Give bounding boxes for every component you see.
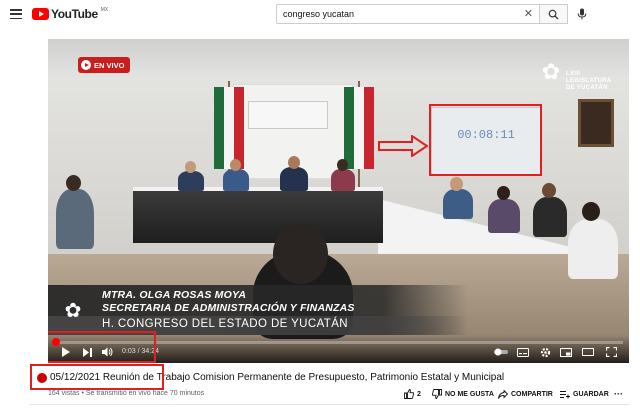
thumbs-up-icon <box>404 389 414 399</box>
playlist-add-icon <box>560 390 570 398</box>
save-button[interactable]: GUARDAR <box>560 387 609 401</box>
microphone-icon <box>577 8 587 20</box>
more-icon: ··· <box>614 389 623 399</box>
fullscreen-icon <box>605 347 617 357</box>
institution-name: H. CONGRESO DEL ESTADO DE YUCATÁN <box>102 318 349 330</box>
miniplayer-button[interactable] <box>559 345 573 359</box>
miniplayer-toggle[interactable] <box>494 345 508 359</box>
congress-seal-board <box>248 101 328 129</box>
dislike-label: NO ME GUSTA <box>445 390 494 398</box>
miniplayer-icon <box>560 347 572 357</box>
annotation-arrow <box>378 135 428 157</box>
share-button[interactable]: COMPARTIR <box>498 387 553 401</box>
logo-text: YouTube <box>51 7 98 21</box>
more-actions-button[interactable]: ··· <box>614 387 623 401</box>
masthead: YouTube MX ✕ <box>0 0 640 28</box>
dislike-button[interactable]: NO ME GUSTA <box>432 387 494 401</box>
live-badge-text: EN VIVO <box>94 60 125 70</box>
live-badge: EN VIVO <box>78 57 130 73</box>
speaker-role: SECRETARIA DE ADMINISTRACIÓN Y FINANZAS <box>102 302 355 314</box>
presidium-desk <box>133 187 383 243</box>
annotation-box-date <box>30 364 164 390</box>
like-count: 2 <box>417 390 421 398</box>
autoplay-toggle-icon <box>494 348 508 356</box>
legislature-logo: ✿ LXIII LEGISLATURA DE YUCATÁN <box>541 59 612 91</box>
divider <box>30 404 630 405</box>
search-button[interactable] <box>540 4 568 24</box>
logo-country-code: MX <box>100 7 109 13</box>
annotation-box-timer <box>429 104 542 176</box>
congress-logo-icon: ✿ <box>64 300 82 322</box>
youtube-logo[interactable]: YouTube MX <box>32 7 108 21</box>
play-circle-icon <box>81 60 91 70</box>
mexican-flag-right <box>344 87 374 169</box>
thumbs-down-icon <box>432 389 442 399</box>
wall-portrait <box>578 99 614 147</box>
hamburger-menu-icon[interactable] <box>10 9 22 19</box>
voice-search-button[interactable] <box>575 7 589 21</box>
search-input[interactable] <box>283 9 524 19</box>
share-icon <box>498 389 508 399</box>
youtube-play-icon <box>32 8 49 20</box>
clear-search-icon[interactable]: ✕ <box>524 8 533 20</box>
video-player[interactable]: 00:08:11 EN VIVO ✿ LXIII LEGISLATURA DE … <box>48 39 629 363</box>
like-button[interactable]: 2 <box>404 387 421 401</box>
settings-button[interactable] <box>538 345 552 359</box>
fullscreen-button[interactable] <box>604 345 618 359</box>
theater-mode-icon <box>582 348 594 356</box>
gear-icon <box>540 347 550 357</box>
legislature-emblem-icon: ✿ <box>541 59 561 84</box>
subtitles-icon <box>517 347 529 357</box>
speaker-name: MTRA. OLGA ROSAS MOYA <box>102 289 247 301</box>
search-box: ✕ <box>276 4 540 24</box>
share-label: COMPARTIR <box>511 390 553 398</box>
annotation-box-controls <box>48 331 156 363</box>
video-meta: 164 vistas • Se transmitió en vivo hace … <box>48 390 205 397</box>
save-label: GUARDAR <box>573 390 609 398</box>
mexican-flag-left <box>214 87 244 169</box>
subtitles-button[interactable] <box>516 345 530 359</box>
search-icon <box>548 9 559 20</box>
theater-mode-button[interactable] <box>581 345 595 359</box>
